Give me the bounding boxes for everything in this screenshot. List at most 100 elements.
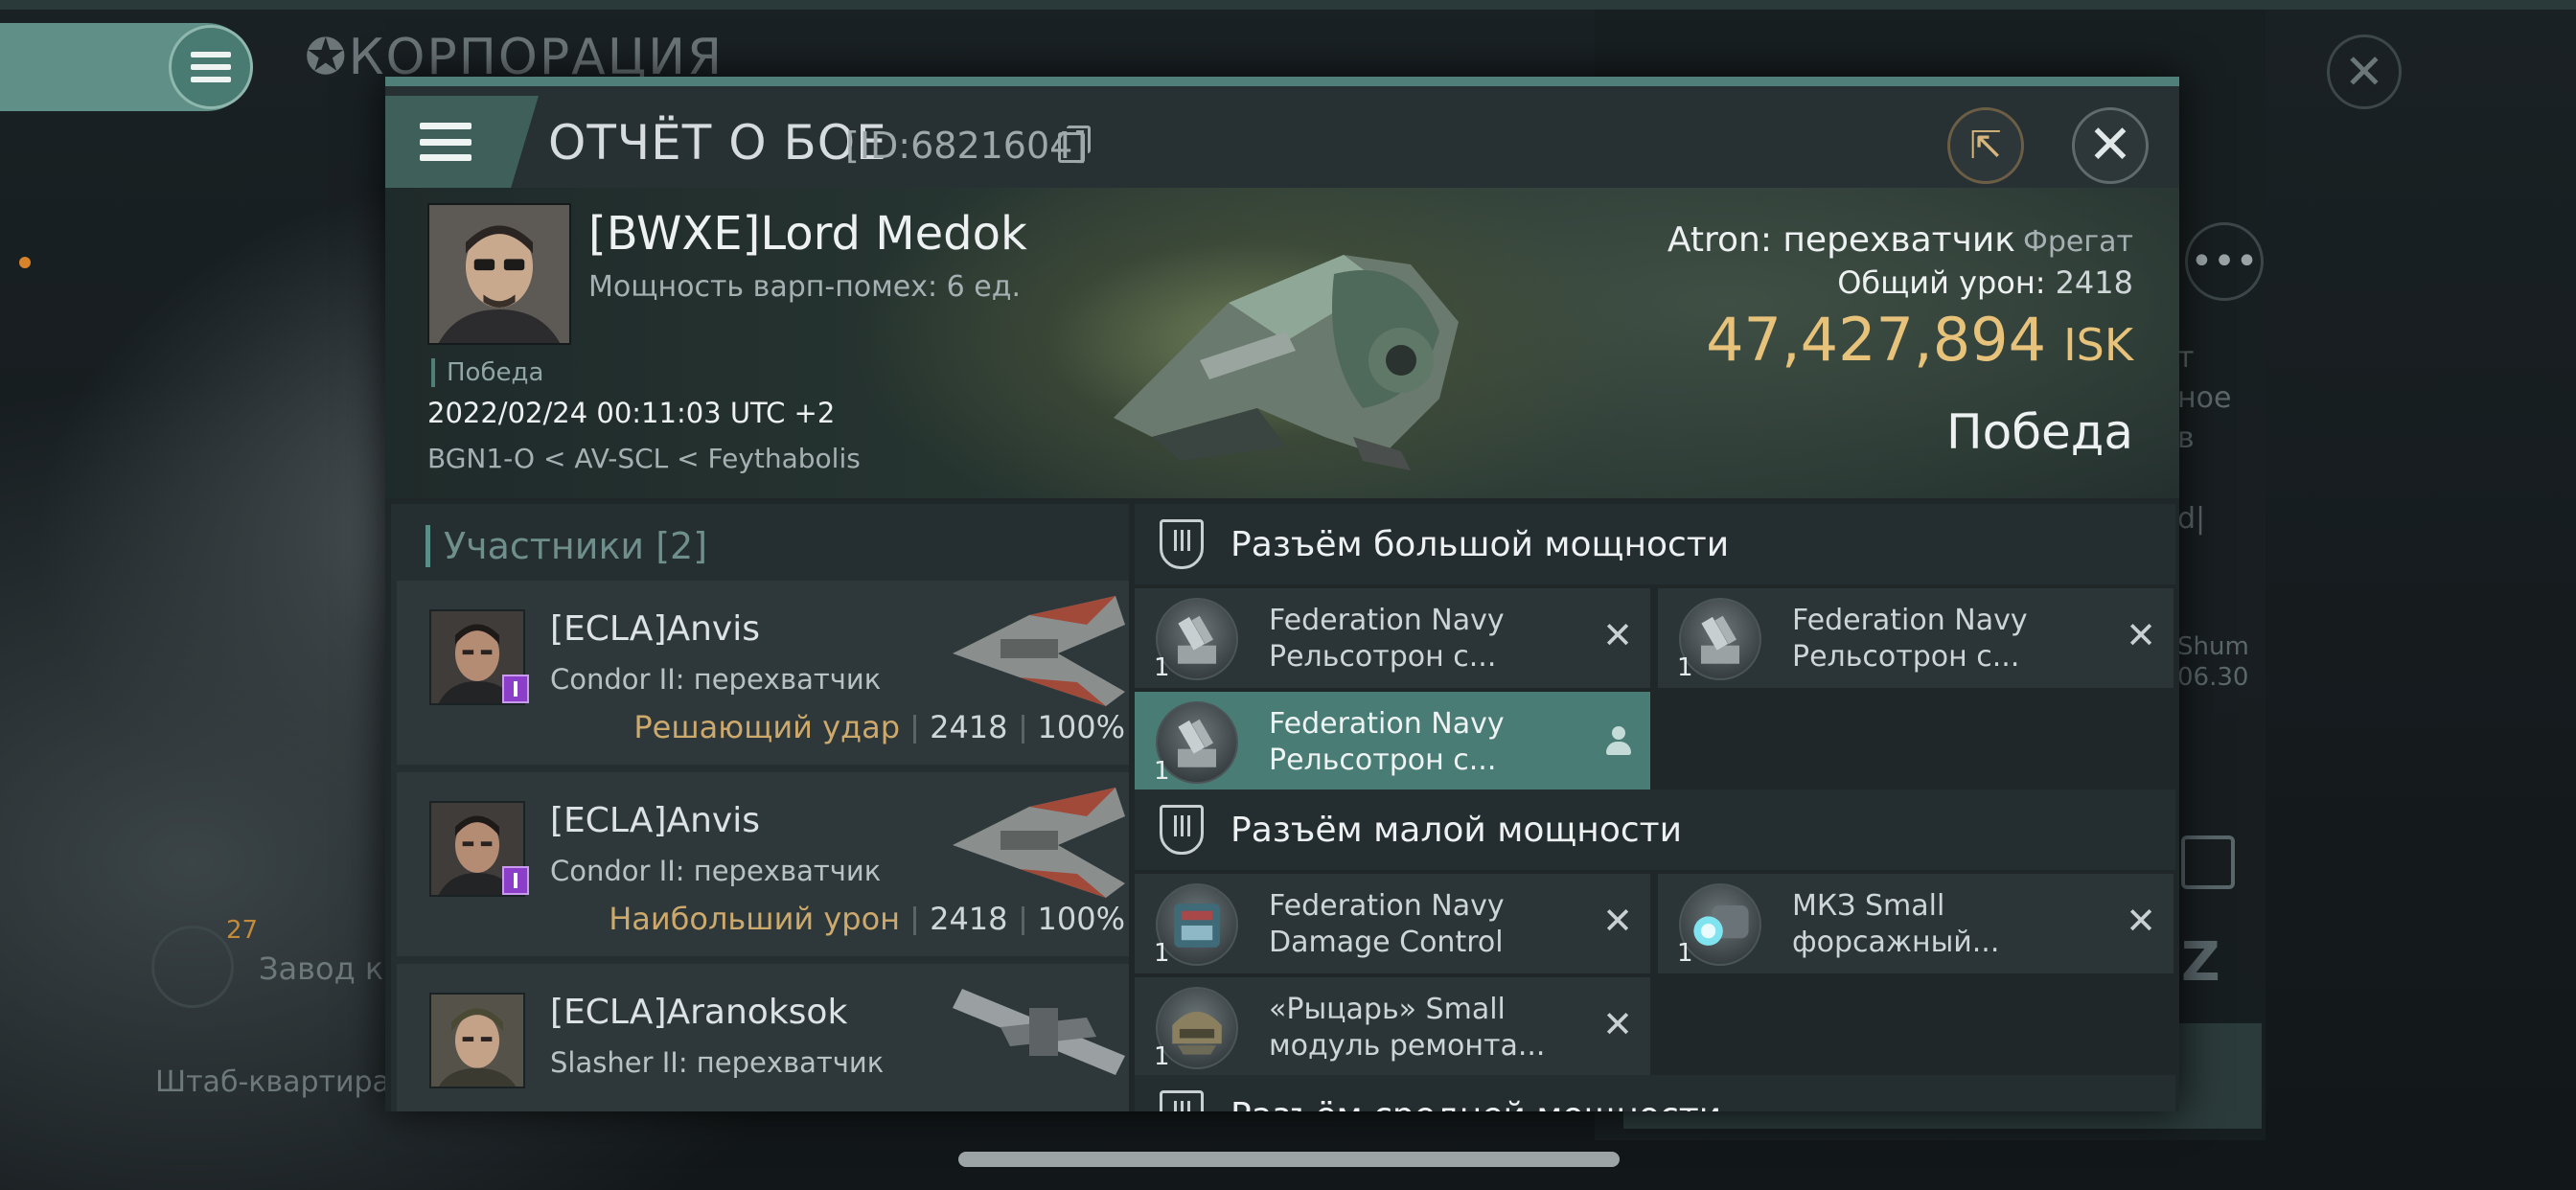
report-menu-button[interactable] — [385, 96, 539, 188]
fitting-slot[interactable]: 1 Federation Navy Рельсотрон с... — [1135, 692, 1650, 791]
module-name: Federation Navy — [1269, 707, 1505, 741]
victim-banner: [BWXE]Lord Medok Мощность варп-помех: 6 … — [385, 188, 2179, 498]
participant-card[interactable]: [ECLA]Aranoksok Slasher II: перехватчик — [397, 964, 1129, 1111]
victim-portrait[interactable] — [427, 203, 571, 345]
hamburger-icon — [420, 123, 472, 161]
window-accent-line — [385, 77, 2179, 86]
participant-ship-image — [953, 989, 1125, 1075]
bg-text-3: в — [2177, 422, 2195, 455]
destroyed-icon: ✕ — [2126, 614, 2156, 656]
close-icon: ✕ — [2087, 114, 2133, 176]
kill-location[interactable]: BGN1-O < AV-SCL < Feythabolis — [427, 443, 861, 474]
edit-icon[interactable] — [2181, 835, 2235, 889]
more-options-icon[interactable]: ••• — [2185, 222, 2264, 301]
victim-ship[interactable]: Atron: перехватчик Фрегат — [1668, 220, 2133, 260]
module-name: Federation Navy — [1269, 604, 1505, 637]
mid-slot-section-header: Разъём средней мощности — [1135, 1075, 2175, 1111]
slot-quantity: 1 — [1154, 1042, 1170, 1071]
list-icon[interactable] — [151, 926, 234, 1008]
participant-ship: Slasher II: перехватчик — [550, 1046, 885, 1079]
background-close-icon[interactable]: ✕ — [2327, 34, 2402, 109]
slot-quantity: 1 — [1677, 653, 1693, 682]
participant-ship: Condor II: перехватчик — [550, 663, 882, 696]
hamburger-icon — [191, 52, 231, 82]
participant-stats: Наибольший урон 2418 100% — [609, 901, 1125, 937]
sleep-icon[interactable]: Z — [2181, 931, 2220, 994]
window-header: ОТЧЁТ О БОЕ [ID:6821604] ⇱ ✕ — [385, 86, 2179, 188]
slot-quantity: 1 — [1154, 939, 1170, 968]
fitting-slot[interactable]: 1 Federation Navy Рельсотрон с... ✕ — [1658, 588, 2174, 688]
dropped-person-icon — [1606, 726, 1631, 759]
low-slot-icon — [1160, 805, 1204, 855]
slot-quantity: 1 — [1677, 939, 1693, 968]
victim-name[interactable]: [BWXE]Lord Medok — [588, 207, 1027, 261]
participant-card[interactable]: [ECLA]Anvis Condor II: перехватчик Наибо… — [397, 772, 1129, 956]
kill-datetime: 2022/02/24 00:11:03 UTC +2 — [427, 397, 836, 429]
section-title: Разъём средней мощности — [1230, 1096, 1721, 1111]
participant-ship: Condor II: перехватчик — [550, 855, 882, 887]
participant-stats: Решающий удар 2418 100% — [633, 709, 1125, 745]
section-title: Разъём малой мощности — [1230, 811, 1683, 850]
share-button[interactable]: ⇱ — [1947, 107, 2024, 184]
window-title: ОТЧЁТ О БОЕ — [548, 115, 887, 171]
participant-ship-image — [953, 596, 1125, 706]
bg-text-6: 06.30 — [2177, 663, 2249, 692]
module-type: Damage Control — [1269, 926, 1504, 959]
section-title: Разъём большой мощности — [1230, 525, 1730, 564]
participant-damage: 2418 — [930, 901, 1008, 937]
final-blow-tag: Решающий удар — [633, 709, 901, 745]
game-screen: ✪КОРПОРАЦИЯ ✕ ••• т ное в d| Shum 06.30 … — [0, 0, 2576, 1190]
implant-badge-icon — [502, 675, 529, 703]
fitting-slot[interactable]: 1 Federation Navy Damage Control ✕ — [1135, 874, 1650, 973]
module-name: «Рыцарь» Small — [1269, 993, 1506, 1026]
participant-ship-image — [953, 788, 1125, 898]
module-type: Рельсотрон с... — [1792, 640, 2020, 674]
module-type: форсажный... — [1792, 926, 2000, 959]
bg-facility-label: Завод к — [259, 950, 384, 987]
top-damage-tag: Наибольший урон — [609, 901, 901, 937]
participant-name: [ECLA]Aranoksok — [550, 993, 848, 1032]
module-type: модуль ремонта... — [1269, 1029, 1546, 1063]
module-type: Рельсотрон с... — [1269, 744, 1497, 777]
participant-card[interactable]: [ECLA]Anvis Condor II: перехватчик Решаю… — [397, 581, 1129, 765]
module-type: Рельсотрон с... — [1269, 640, 1497, 674]
destroyed-icon: ✕ — [1602, 900, 1633, 942]
fitting-slot[interactable]: 1 «Рыцарь» Small модуль ремонта... ✕ — [1135, 977, 1650, 1077]
slot-quantity: 1 — [1154, 757, 1170, 786]
destroyed-icon: ✕ — [1602, 1003, 1633, 1045]
low-slot-section-header: Разъём малой мощности — [1135, 790, 2175, 870]
close-button[interactable]: ✕ — [2072, 107, 2149, 184]
destroyed-icon: ✕ — [1602, 614, 1633, 656]
high-slot-section-header: Разъём большой мощности — [1135, 504, 2175, 584]
module-name: Federation Navy — [1269, 889, 1505, 923]
ship-class: Фрегат — [2023, 225, 2133, 259]
warp-strength: Мощность варп-помех: 6 ед. — [588, 270, 1022, 304]
main-menu-button[interactable] — [169, 25, 253, 109]
report-id: [ID:6821604] — [845, 125, 1088, 167]
slot-quantity: 1 — [1154, 653, 1170, 682]
top-edge-bar — [0, 0, 2576, 10]
participant-name: [ECLA]Anvis — [550, 609, 760, 649]
participant-name: [ECLA]Anvis — [550, 801, 760, 840]
notification-dot — [19, 257, 31, 268]
destroyed-icon: ✕ — [2126, 900, 2156, 942]
participant-avatar — [429, 993, 525, 1088]
participant-damage: 2418 — [930, 709, 1008, 745]
home-indicator[interactable] — [958, 1152, 1620, 1167]
victim-ship-image[interactable] — [1094, 217, 1506, 475]
bg-text-1: т — [2177, 341, 2195, 375]
participant-percent: 100% — [1037, 901, 1125, 937]
fittings-panel[interactable]: Разъём большой мощности 1 Federation Nav… — [1135, 504, 2175, 1111]
share-icon: ⇱ — [1969, 124, 2002, 168]
module-name: Federation Navy — [1792, 604, 2028, 637]
star-icon: ✪ — [305, 29, 349, 86]
copy-icon[interactable] — [1058, 126, 1091, 163]
bg-text-2: ное — [2177, 381, 2232, 415]
bg-counter: 27 — [226, 916, 259, 945]
participants-header: Участники [2] — [426, 525, 707, 567]
fitting-slot[interactable]: 1 МКЗ Small форсажный... ✕ — [1658, 874, 2174, 973]
fitting-slot[interactable]: 1 Federation Navy Рельсотрон с... ✕ — [1135, 588, 1650, 688]
participant-percent: 100% — [1037, 709, 1125, 745]
pilot-avatar-image — [429, 205, 569, 343]
participants-panel[interactable]: Участники [2] [ECLA]Anvis Condor II: пер… — [391, 504, 1129, 1111]
